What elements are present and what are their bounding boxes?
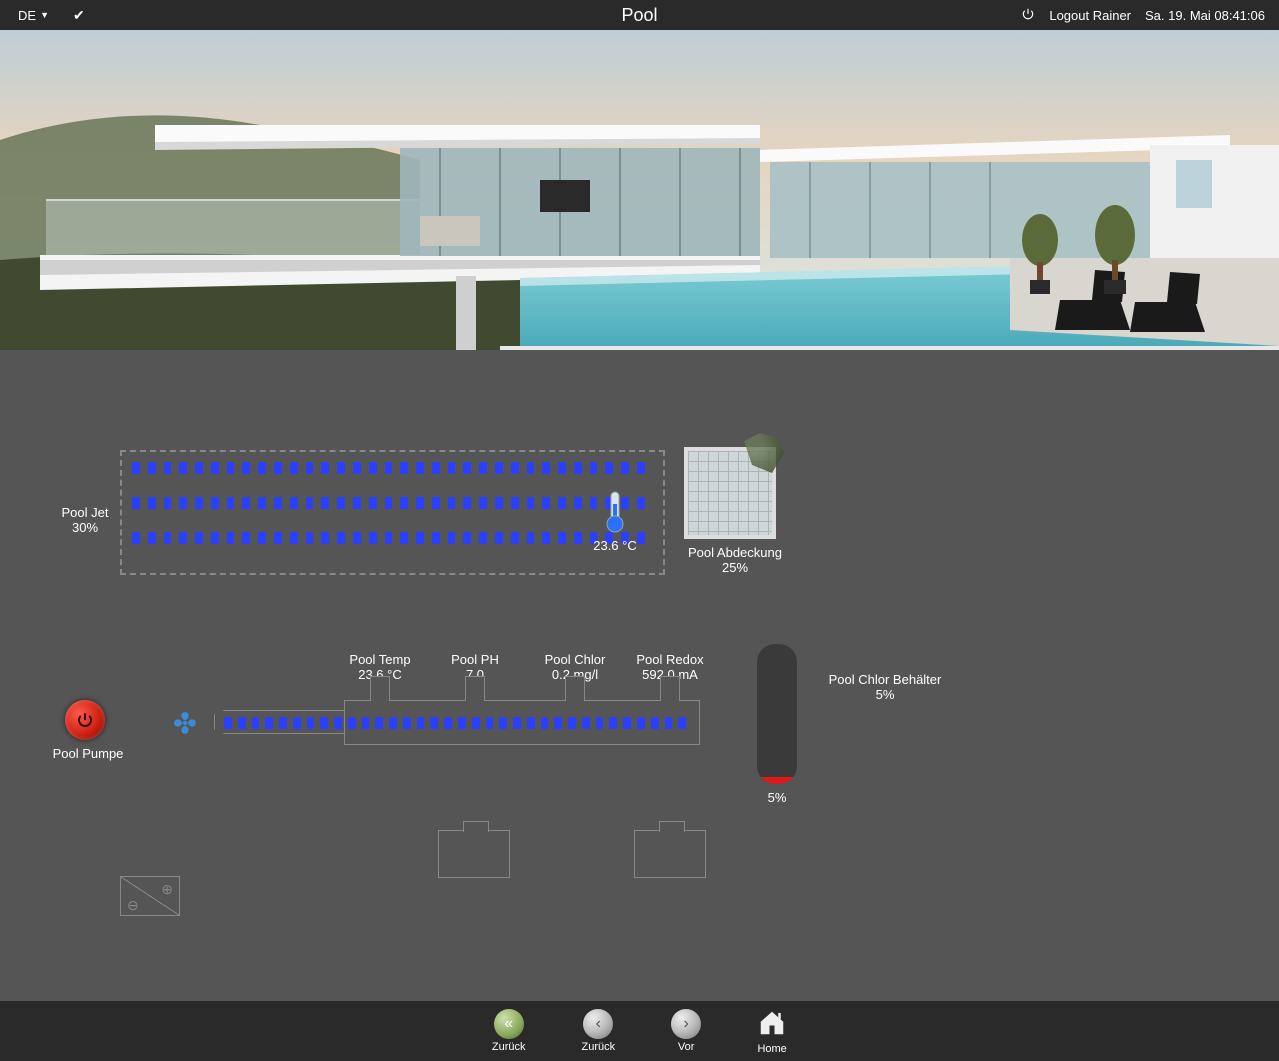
pipe-water-flow xyxy=(224,717,692,729)
pool-cover-label: Pool Abdeckung xyxy=(665,545,805,560)
pool-jet-label: Pool Jet xyxy=(40,505,130,520)
sensor-ph-label: Pool PH xyxy=(420,652,530,667)
nav-home[interactable]: Home xyxy=(757,1008,787,1055)
pool-cover-widget[interactable]: Pool Abdeckung 25% xyxy=(665,545,805,575)
chlor-tank-label: Pool Chlor Behälter xyxy=(820,672,950,687)
fan-icon xyxy=(172,710,198,741)
dashboard-body: Pool Jet 30% 23.6 °C Pool Abdeckung 25% … xyxy=(0,350,1279,1001)
power-icon xyxy=(76,711,94,729)
device-outline[interactable] xyxy=(634,830,706,878)
device-outline[interactable] xyxy=(438,830,510,878)
pool-basin xyxy=(120,450,665,575)
nav-back[interactable]: ‹ Zurück xyxy=(582,1009,616,1053)
datetime: Sa. 19. Mai 08:41:06 xyxy=(1145,8,1265,23)
nav-forward-label: Vor xyxy=(678,1041,695,1053)
sensor-temp-label: Pool Temp xyxy=(325,652,435,667)
thermometer-icon xyxy=(604,490,626,534)
chlor-tank-label-value: 5% xyxy=(820,687,950,702)
power-icon[interactable] xyxy=(1021,7,1035,24)
water-wave-row xyxy=(132,497,653,509)
pool-temperature-widget[interactable]: 23.6 °C xyxy=(585,490,645,553)
hero-image xyxy=(0,30,1279,350)
pipe-sensor-port xyxy=(565,676,585,701)
nav-back-main[interactable]: « Zurück xyxy=(492,1009,526,1053)
pipe-sensor-port xyxy=(660,676,680,701)
water-wave-row xyxy=(132,532,653,544)
check-icon[interactable]: ✔ xyxy=(73,7,85,24)
logout-link[interactable]: Logout Rainer xyxy=(1049,8,1131,23)
pool-pump-label: Pool Pumpe xyxy=(38,746,138,761)
pool-cover-value: 25% xyxy=(665,560,805,575)
language-code: DE xyxy=(18,8,36,23)
chevron-left-icon: ‹ xyxy=(583,1009,613,1039)
pipe-sensor-port xyxy=(465,676,485,701)
pool-jet-widget[interactable]: Pool Jet 30% xyxy=(40,505,130,535)
bottom-nav: « Zurück ‹ Zurück › Vor Home xyxy=(0,1001,1279,1061)
nav-back-label: Zurück xyxy=(582,1041,616,1053)
plus-icon: ⊕ xyxy=(161,881,173,898)
pool-jet-value: 30% xyxy=(40,520,130,535)
minus-icon: ⊖ xyxy=(127,897,139,914)
pool-pump-button[interactable] xyxy=(65,700,105,740)
pipe-sensor-port xyxy=(370,676,390,701)
nav-back-main-label: Zurück xyxy=(492,1041,526,1053)
nav-home-label: Home xyxy=(757,1043,786,1055)
chevron-right-icon: › xyxy=(671,1009,701,1039)
pool-cover-tile[interactable] xyxy=(684,447,776,539)
language-selector[interactable]: DE ▼ xyxy=(18,8,49,23)
chlor-tank-label-group: Pool Chlor Behälter 5% xyxy=(820,672,950,702)
nav-forward[interactable]: › Vor xyxy=(671,1009,701,1053)
sensor-redox-label: Pool Redox xyxy=(615,652,725,667)
chlor-tank-gauge-value: 5% xyxy=(757,790,797,805)
adjust-control[interactable]: ⊕ ⊖ xyxy=(120,876,180,916)
home-icon xyxy=(757,1008,787,1041)
double-chevron-left-icon: « xyxy=(494,1009,524,1039)
chevron-down-icon: ▼ xyxy=(40,10,49,20)
top-bar: DE ▼ ✔ Pool Logout Rainer Sa. 19. Mai 08… xyxy=(0,0,1279,30)
sensor-chlor-label: Pool Chlor xyxy=(520,652,630,667)
chlor-tank-fill xyxy=(757,777,797,784)
chlor-tank-gauge[interactable] xyxy=(757,644,797,784)
pool-temperature-value: 23.6 °C xyxy=(585,538,645,553)
page-title: Pool xyxy=(621,5,657,26)
water-wave-row xyxy=(132,462,653,474)
